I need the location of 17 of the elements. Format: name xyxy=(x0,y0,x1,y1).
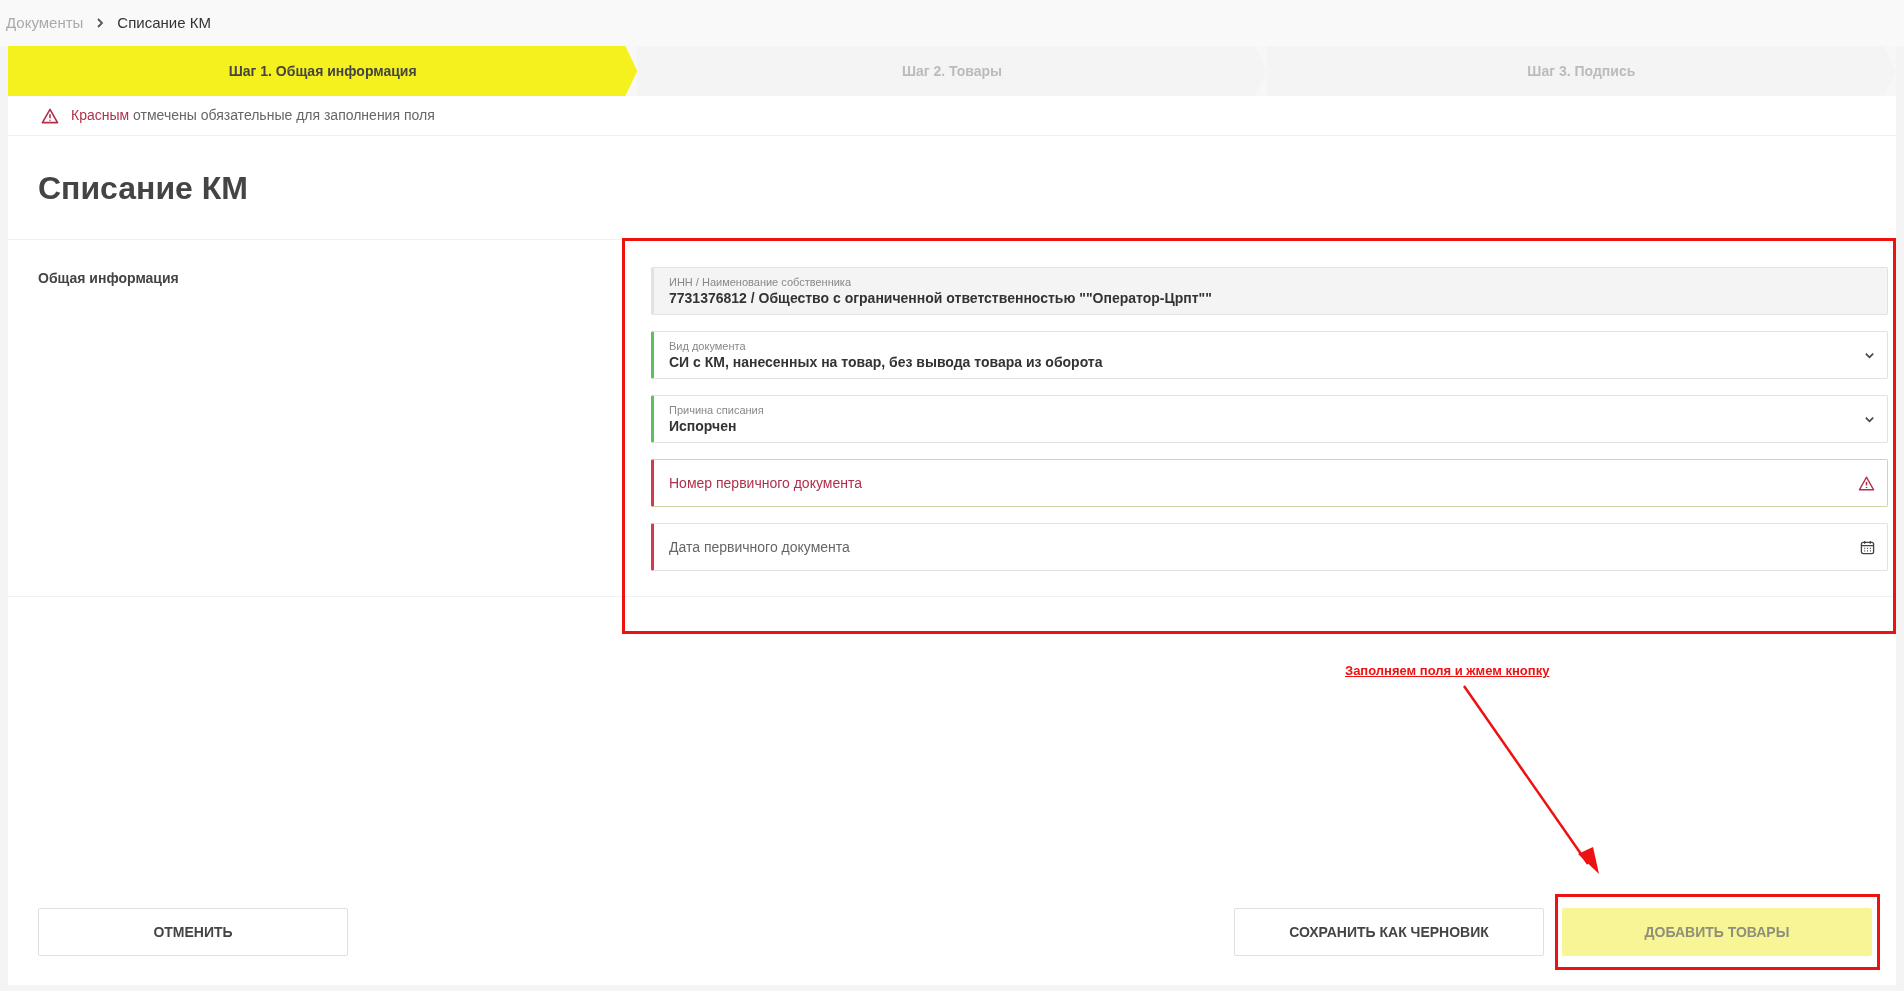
warning-icon xyxy=(41,107,59,124)
step-tab[interactable]: Шаг 1. Общая информация xyxy=(8,46,638,96)
date-field[interactable]: Дата первичного документа xyxy=(651,523,1888,571)
section-label: Общая информация xyxy=(38,269,180,288)
breadcrumb-current: Списание КМ xyxy=(117,12,211,33)
cancel-button[interactable]: ОТМЕНИТЬ xyxy=(38,908,348,956)
warning-icon xyxy=(1858,475,1875,491)
dropdown-field[interactable]: Причина списания Испорчен xyxy=(651,395,1888,443)
breadcrumb-separator-icon xyxy=(95,18,106,28)
page-title: Списание КМ xyxy=(38,168,248,208)
calendar-icon xyxy=(1860,539,1875,555)
input-field: ИНН / Наименование собственника 7731376812 / Общество с ограниченной ответственностью ""Оператор-Црпт"" xyxy=(651,267,1888,315)
save-draft-button[interactable]: СОХРАНИТЬ КАК ЧЕРНОВИК xyxy=(1234,908,1544,956)
dropdown-field[interactable]: Вид документа СИ с КМ, нанесенных на товар, без вывода товара из оборота xyxy=(651,331,1888,379)
annotation-text: Заполняем поля и жмем кнопку xyxy=(1345,662,1550,680)
input-field[interactable]: Номер первичного документа xyxy=(651,459,1888,507)
required-fields-hint: Красным отмечены обязательные для заполнения поля xyxy=(71,106,435,125)
